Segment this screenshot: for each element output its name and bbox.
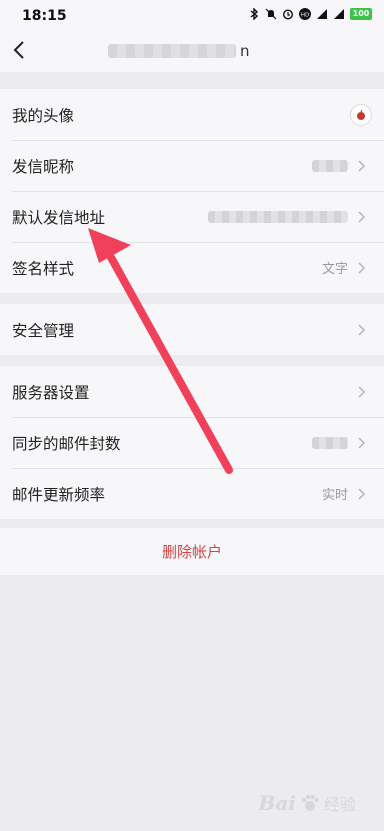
status-icons: HD 100 (248, 8, 372, 20)
status-time: 18:15 (22, 8, 67, 24)
bluetooth-icon (250, 8, 259, 20)
row-label: 邮件更新频率 (12, 485, 106, 504)
row-label: 服务器设置 (12, 383, 90, 402)
signature-style-row[interactable]: 签名样式 文字 (0, 242, 384, 293)
security-management-row[interactable]: 安全管理 (0, 304, 384, 355)
battery-icon: 100 (350, 8, 372, 20)
signal-icon (317, 9, 327, 19)
account-title-tail: n (240, 42, 250, 60)
account-title: n (108, 42, 268, 60)
delete-account-button[interactable]: 删除帐户 (0, 528, 384, 575)
svg-text:HD: HD (301, 12, 309, 18)
default-address-row[interactable]: 默认发信地址 (0, 191, 384, 242)
apple-avatar-icon (357, 109, 365, 120)
hd-icon: HD (299, 8, 311, 20)
chevron-right-icon (358, 210, 366, 223)
server-settings-row[interactable]: 服务器设置 (0, 366, 384, 417)
baidu-watermark: Bai 经验 (259, 791, 356, 815)
redacted-address (208, 210, 348, 223)
mute-bell-icon (265, 8, 277, 20)
row-label: 默认发信地址 (12, 208, 106, 227)
row-label: 同步的邮件封数 (12, 434, 121, 453)
sync-count-row[interactable]: 同步的邮件封数 (0, 417, 384, 468)
watermark-brand: Bai (258, 791, 296, 815)
avatar-row[interactable]: 我的头像 (0, 89, 384, 140)
settings-group-security: 安全管理 (0, 304, 384, 355)
watermark-sub: 经验 (323, 795, 356, 814)
chevron-right-icon (358, 261, 366, 274)
update-frequency-row[interactable]: 邮件更新频率 实时 (0, 468, 384, 519)
avatar (350, 103, 372, 126)
redacted-nickname (312, 159, 348, 172)
back-icon[interactable] (10, 38, 30, 62)
row-label: 我的头像 (12, 106, 75, 125)
status-bar: 18:15 HD 100 (0, 0, 384, 30)
chevron-right-icon (358, 487, 366, 500)
redacted-sync-count (312, 436, 348, 449)
delete-account-label: 删除帐户 (161, 543, 222, 561)
paw-icon (301, 794, 319, 811)
nav-bar: n (0, 30, 384, 72)
row-label: 签名样式 (12, 259, 75, 278)
signal-icon-2 (334, 9, 344, 19)
signature-style-value: 文字 (321, 262, 348, 277)
chevron-right-icon (358, 385, 366, 398)
chevron-right-icon (358, 436, 366, 449)
nickname-row[interactable]: 发信昵称 (0, 140, 384, 191)
update-frequency-value: 实时 (321, 488, 348, 503)
settings-group-server: 服务器设置 同步的邮件封数 邮件更新频率 实时 (0, 366, 384, 519)
settings-group-profile: 我的头像 发信昵称 默认发信地址 签名样式 文字 (0, 89, 384, 293)
chevron-right-icon (358, 323, 366, 336)
redacted-account-name (108, 44, 236, 58)
row-label: 发信昵称 (12, 157, 75, 176)
chevron-right-icon (358, 159, 366, 172)
row-label: 安全管理 (12, 321, 75, 340)
alarm-icon (282, 9, 294, 20)
